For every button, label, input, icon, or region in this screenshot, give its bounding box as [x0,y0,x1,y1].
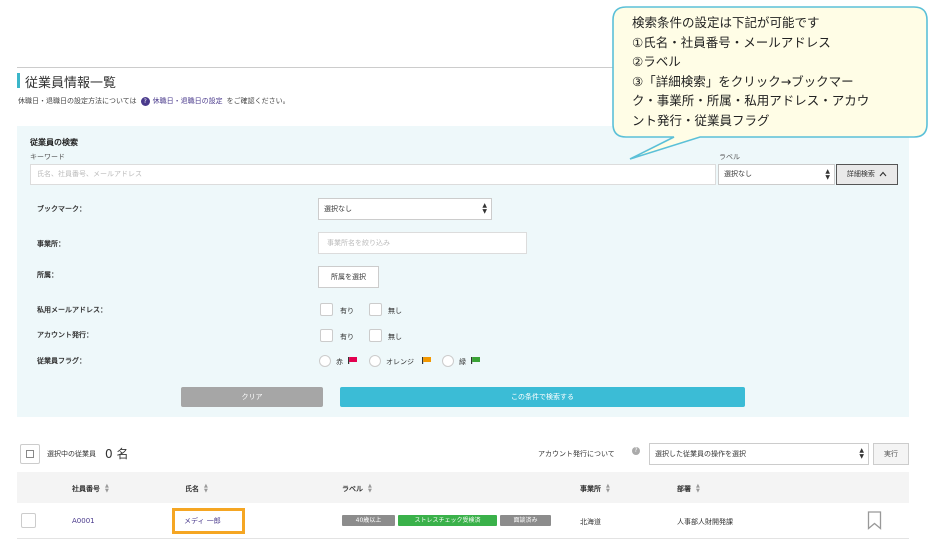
red-flag-icon [348,357,357,364]
help-icon[interactable]: ? [632,447,640,455]
select-arrows-icon: ▲ ▼ [482,202,487,215]
private-email-label: 私用メールアドレス： [37,306,107,314]
label-badge: 面談済み [500,515,551,526]
page-note: 休職日・退職日の設定方法については? 休職日・退職日の設定 をご確認ください。 [18,96,290,106]
bookmark-icon[interactable] [867,511,882,530]
account-issue-about: アカウント発行について [538,450,615,458]
column-department-label: 部署 [677,485,691,493]
account-yes-checkbox[interactable] [320,329,333,342]
bookmark-select[interactable]: 選択なし ▲ ▼ [318,198,492,220]
flag-green-label: 緑 [459,358,466,366]
column-employee-id[interactable]: 社員番号 ▲ ▼ [72,484,109,494]
label-select-value: 選択なし [724,170,752,178]
column-office-label: 事業所 [580,485,601,493]
employee-id-link[interactable]: A0001 [72,517,95,525]
page-note-suffix: をご確認ください。 [226,97,290,105]
select-arrows-icon: ▲ ▼ [859,447,864,460]
select-arrows-icon: ▲ ▼ [825,167,830,181]
department-cell: 人事部人財開発課 [677,518,733,526]
flag-orange-radio[interactable] [369,355,381,367]
keyword-input[interactable]: 氏名、社員番号、メールアドレス [30,164,716,185]
office-filter-input[interactable]: 事業所名を絞り込み [318,232,527,254]
private-email-yes-label: 有り [340,307,354,315]
bookmark-select-value: 選択なし [324,205,352,213]
office-label: 事業所： [37,240,65,248]
callout-line: ②ラベル [632,54,681,69]
note-link[interactable]: 休職日・退職日の設定 [153,97,223,105]
account-no-label: 無し [388,333,402,341]
column-label-label: ラベル [342,485,363,493]
account-yes-label: 有り [340,333,354,341]
column-department[interactable]: 部署 ▲ ▼ [677,484,700,494]
operation-select[interactable]: 選択した従業員の操作を選択 ▲ ▼ [649,443,869,465]
row-checkbox[interactable] [21,513,36,528]
sort-icon[interactable]: ▲ ▼ [696,484,700,494]
chevron-up-icon [877,170,887,178]
label-badge: 40歳以上 [342,515,395,526]
flag-red-label: 赤 [336,358,343,366]
column-name-label: 氏名 [185,485,199,493]
callout-line: ③「詳細検索」をクリック→ブックマー [632,73,854,89]
select-department-button[interactable]: 所属を選択 [318,266,379,288]
office-cell: 北海道 [580,518,601,526]
table-header [17,472,909,503]
flag-green-radio[interactable] [442,355,454,367]
column-office[interactable]: 事業所 ▲ ▼ [580,484,610,494]
private-email-yes-checkbox[interactable] [320,303,333,316]
private-email-no-label: 無し [388,307,402,315]
sort-icon[interactable]: ▲ ▼ [204,484,208,494]
selected-count: 0 名 [105,447,129,461]
flag-red-radio[interactable] [319,355,331,367]
column-label[interactable]: ラベル ▲ ▼ [342,484,372,494]
search-submit-button[interactable]: この条件で検索する [340,387,745,407]
sort-icon[interactable]: ▲ ▼ [606,484,610,494]
label-badge: ストレスチェック受検済 [398,515,497,526]
label-select[interactable]: 選択なし ▲ ▼ [718,164,835,185]
sort-icon[interactable]: ▲ ▼ [368,484,372,494]
keyword-label: キーワード [30,153,65,161]
account-no-checkbox[interactable] [369,329,382,342]
private-email-no-checkbox[interactable] [369,303,382,316]
flag-orange-label: オレンジ [386,358,414,366]
detail-search-label: 詳細検索 [846,170,875,178]
department-label: 所属： [37,271,58,279]
sort-icon[interactable]: ▲ ▼ [105,484,109,494]
callout-line: ント発行・従業員フラグ [632,112,770,128]
title-accent-bar [17,73,20,88]
search-panel-title: 従業員の検索 [30,138,78,147]
selected-employees-label: 選択中の従業員 [47,450,96,458]
employee-name-link[interactable]: メディ 一郎 [184,516,221,526]
employee-flag-label: 従業員フラグ： [37,357,86,365]
question-icon: ? [140,96,150,106]
callout-line: ク・事業所・所属・私用アドレス・アカウ [632,93,870,108]
account-issue-label: アカウント発行： [37,331,93,339]
green-flag-icon [471,357,480,364]
operation-select-value: 選択した従業員の操作を選択 [655,450,746,458]
callout-text: 検索条件の設定は下記が可能です ①氏名・社員番号・メールアドレス ②ラベル ③「… [632,13,922,130]
column-name[interactable]: 氏名 ▲ ▼ [185,484,208,494]
detail-search-button[interactable]: 詳細検索 [836,164,898,185]
clear-button[interactable]: クリア [181,387,323,407]
run-button[interactable]: 実行 [873,443,909,465]
page-note-prefix: 休職日・退職日の設定方法については [18,97,137,105]
callout-line: ①氏名・社員番号・メールアドレス [632,34,831,50]
orange-flag-icon [422,357,431,364]
row-divider [17,538,909,539]
column-employee-id-label: 社員番号 [72,485,100,493]
page-title: 従業員情報一覧 [25,76,117,91]
callout-line: 検索条件の設定は下記が可能です [632,15,820,30]
select-all-checkbox-mark [26,450,34,458]
bookmark-label: ブックマーク： [37,205,86,213]
